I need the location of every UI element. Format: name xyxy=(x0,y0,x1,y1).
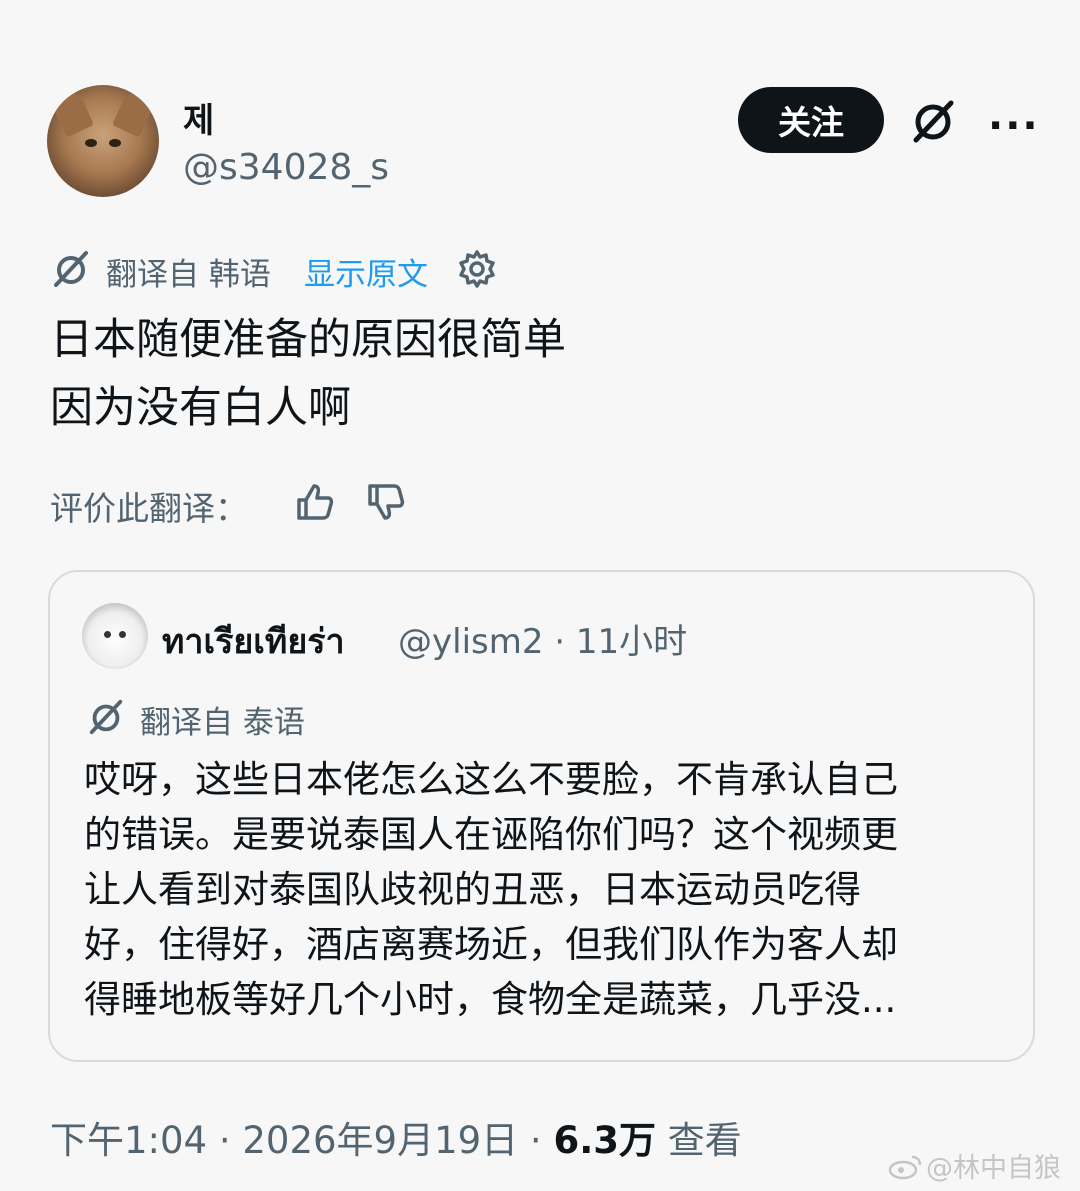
more-options-icon[interactable]: ··· xyxy=(988,103,1040,149)
grok-icon[interactable] xyxy=(908,97,958,147)
weibo-watermark: @林中自狼 xyxy=(888,1146,1061,1185)
quoted-post-text: 哎呀，这些日本佬怎么这么不要脸，不肯承认自己 的错误。是要说泰国人在诬陷你们吗？… xyxy=(84,758,898,1021)
follow-button[interactable]: 关注 xyxy=(738,87,884,153)
show-original-link[interactable]: 显示原文 xyxy=(304,249,428,294)
rate-translation-label: 评价此翻译： xyxy=(50,489,248,528)
thumbs-down-icon[interactable] xyxy=(364,480,408,524)
post-timestamp-views: 下午1:04 · 2026年9月19日 · 6.3万 查看 xyxy=(50,1110,742,1164)
gear-icon[interactable] xyxy=(456,248,498,290)
author-avatar[interactable] xyxy=(47,85,159,197)
watermark-text: @林中自狼 xyxy=(926,1153,1061,1184)
translate-icon xyxy=(89,699,123,735)
translated-from-label: 翻译自 韩语 xyxy=(106,257,271,293)
view-count: 6.3万 xyxy=(553,1119,656,1162)
quoted-author-meta: @ylism2 · 11小时 xyxy=(398,622,688,662)
views-label: 查看 xyxy=(656,1119,742,1162)
quoted-author-avatar[interactable] xyxy=(82,603,148,669)
thumbs-up-icon[interactable] xyxy=(293,480,337,524)
post-text: 日本随便准备的原因很简单 因为没有白人啊 xyxy=(50,315,566,433)
quoted-translated-from-label: 翻译自 泰语 xyxy=(140,705,305,741)
quoted-author-name[interactable]: ทาเรียเทียร่า xyxy=(162,614,345,668)
author-display-name[interactable]: 제 xyxy=(183,93,214,142)
translate-icon xyxy=(54,251,88,287)
post-timestamp: 下午1:04 · 2026年9月19日 · xyxy=(50,1119,554,1162)
weibo-logo-icon xyxy=(888,1155,922,1179)
author-handle[interactable]: @s34028_s xyxy=(183,147,389,188)
